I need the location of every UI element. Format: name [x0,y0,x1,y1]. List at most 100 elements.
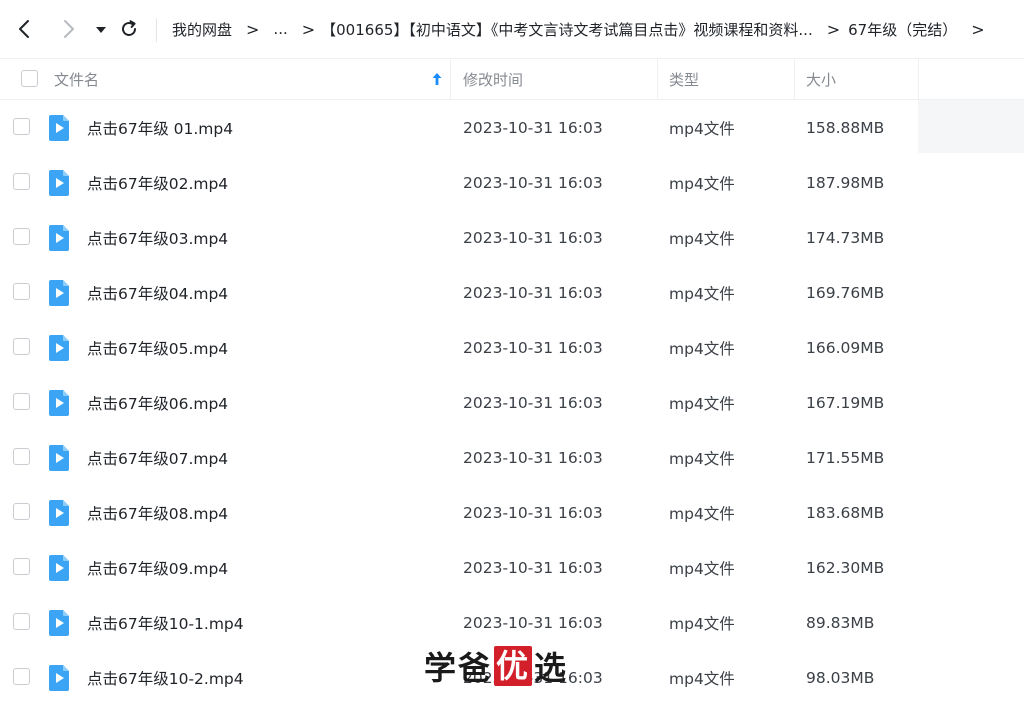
breadcrumb-separator: > [301,19,316,39]
file-type: mp4文件 [669,449,735,468]
row-checkbox[interactable] [13,173,30,190]
file-size: 89.83MB [806,613,875,632]
file-row[interactable]: 点击67年级09.mp4 2023-10-31 16:03 mp4文件 162.… [0,540,1024,595]
file-name[interactable]: 点击67年级 01.mp4 [87,100,233,155]
file-type: mp4文件 [669,504,735,523]
sort-ascending-icon[interactable] [430,71,444,87]
file-size: 98.03MB [806,668,875,687]
file-size: 166.09MB [806,338,885,357]
file-size: 174.73MB [806,228,885,247]
row-checkbox[interactable] [13,338,30,355]
file-name[interactable]: 点击67年级07.mp4 [87,430,228,485]
file-name[interactable]: 点击67年级02.mp4 [87,155,228,210]
breadcrumb: 我的网盘 > ... > 【001665】【初中语文】《中考文言诗文考试篇目点击… [172,0,999,58]
file-row[interactable]: 点击67年级10-1.mp4 2023-10-31 16:03 mp4文件 89… [0,595,1024,650]
file-type: mp4文件 [669,229,735,248]
breadcrumb-item-current-folder[interactable]: 67年级（完结） [848,19,957,40]
file-modified: 2023-10-31 16:03 [463,228,603,247]
row-checkbox[interactable] [13,228,30,245]
caret-down-icon [96,27,106,33]
breadcrumb-separator[interactable]: > [971,20,984,39]
column-header-type-label: 类型 [669,70,700,89]
column-header-type[interactable]: 类型 [669,59,789,99]
file-name[interactable]: 点击67年级08.mp4 [87,485,228,540]
forward-button[interactable] [57,18,79,40]
breadcrumb-item-ellipsis[interactable]: ... [273,20,287,38]
file-modified: 2023-10-31 16:03 [463,613,603,632]
row-checkbox[interactable] [13,283,30,300]
file-size: 171.55MB [806,448,885,467]
video-file-icon [49,390,69,416]
file-name[interactable]: 点击67年级09.mp4 [87,540,228,595]
column-divider [450,59,451,99]
file-row[interactable]: 点击67年级 01.mp4 2023-10-31 16:03 mp4文件 158… [0,100,1024,155]
file-modified: 2023-10-31 16:03 [463,503,603,522]
video-file-icon [49,335,69,361]
breadcrumb-separator: > [246,19,260,39]
breadcrumb-item-my-drive[interactable]: 我的网盘 [172,19,232,40]
file-modified: 2023-10-31 16:03 [463,338,603,357]
row-checkbox[interactable] [13,393,30,410]
file-type: mp4文件 [669,614,735,633]
column-header-modified-label: 修改时间 [463,70,524,89]
video-file-icon [49,500,69,526]
file-row[interactable]: 点击67年级08.mp4 2023-10-31 16:03 mp4文件 183.… [0,485,1024,540]
file-type: mp4文件 [669,669,735,688]
file-name[interactable]: 点击67年级10-1.mp4 [87,595,244,650]
file-modified: 2023-10-31 16:03 [463,118,603,137]
video-file-icon [49,610,69,636]
back-button[interactable] [14,18,36,40]
file-modified: 2023-10-31 16:03 [463,283,603,302]
row-checkbox[interactable] [13,558,30,575]
video-file-icon [49,445,69,471]
file-row[interactable]: 点击67年级07.mp4 2023-10-31 16:03 mp4文件 171.… [0,430,1024,485]
column-header-name-label: 文件名 [54,70,100,89]
toolbar-divider [156,18,157,42]
select-all-checkbox[interactable] [21,70,38,87]
chevron-left-icon [19,20,29,38]
history-dropdown-button[interactable] [93,20,109,38]
file-name[interactable]: 点击67年级05.mp4 [87,320,228,375]
file-type: mp4文件 [669,174,735,193]
file-name[interactable]: 点击67年级06.mp4 [87,375,228,430]
refresh-button[interactable] [118,18,140,40]
column-header-name[interactable]: 文件名 [54,59,444,99]
video-file-icon [49,555,69,581]
file-list: 点击67年级 01.mp4 2023-10-31 16:03 mp4文件 158… [0,100,1024,705]
row-checkbox[interactable] [13,118,30,135]
file-name[interactable]: 点击67年级04.mp4 [87,265,228,320]
row-checkbox[interactable] [13,613,30,630]
breadcrumb-separator: > [826,19,841,39]
watermark-logo: 学爸 优 选 [424,646,569,687]
file-name[interactable]: 点击67年级10-2.mp4 [87,650,244,705]
column-header-modified[interactable]: 修改时间 [463,59,653,99]
file-row[interactable]: 点击67年级05.mp4 2023-10-31 16:03 mp4文件 166.… [0,320,1024,375]
refresh-icon [122,20,136,36]
column-header-size[interactable]: 大小 [806,59,916,99]
video-file-icon [49,280,69,306]
file-list-header: 文件名 修改时间 类型 大小 [0,58,1024,100]
file-row[interactable]: 点击67年级03.mp4 2023-10-31 16:03 mp4文件 174.… [0,210,1024,265]
file-row[interactable]: 点击67年级02.mp4 2023-10-31 16:03 mp4文件 187.… [0,155,1024,210]
file-size: 167.19MB [806,393,885,412]
row-checkbox[interactable] [13,503,30,520]
file-type: mp4文件 [669,284,735,303]
watermark-highlight: 优 [494,646,533,686]
row-checkbox[interactable] [13,448,30,465]
file-row[interactable]: 点击67年级04.mp4 2023-10-31 16:03 mp4文件 169.… [0,265,1024,320]
chevron-right-icon [64,20,74,38]
column-divider [657,59,658,99]
column-divider [794,59,795,99]
column-header-size-label: 大小 [806,70,837,89]
file-size: 162.30MB [806,558,885,577]
watermark-text: 选 [534,649,569,687]
column-divider [918,59,919,99]
file-type: mp4文件 [669,559,735,578]
file-size: 187.98MB [806,173,885,192]
row-checkbox[interactable] [13,668,30,685]
file-modified: 2023-10-31 16:03 [463,448,603,467]
breadcrumb-item-course-folder[interactable]: 【001665】【初中语文】《中考文言诗文考试篇目点击》视频课程和资料... [321,19,813,40]
file-row[interactable]: 点击67年级06.mp4 2023-10-31 16:03 mp4文件 167.… [0,375,1024,430]
file-type: mp4文件 [669,119,735,138]
file-name[interactable]: 点击67年级03.mp4 [87,210,228,265]
